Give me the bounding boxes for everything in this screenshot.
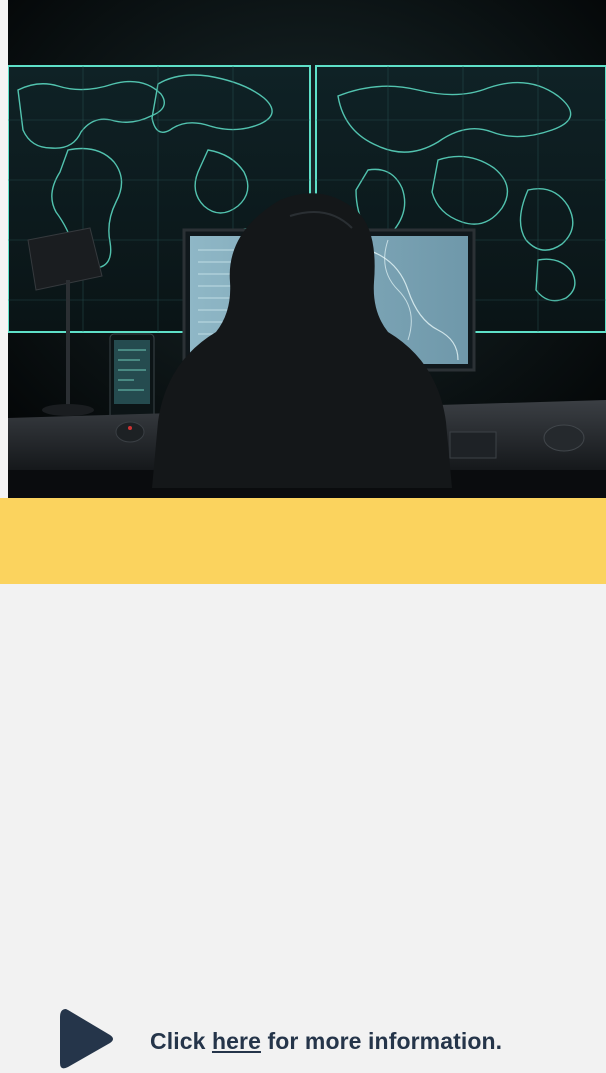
cursor-arrow-icon [60,1009,113,1069]
keyboard [449,431,497,459]
more-info-link[interactable]: here [212,1028,261,1054]
phone-screen [109,333,155,421]
mouse-right [543,424,585,452]
hero-image [8,0,606,498]
info-banner: Click here for more information. [0,498,606,1069]
page-frame: Click here for more information. [0,0,606,1069]
mouse [115,421,145,443]
cta-suffix: for more information. [267,1028,503,1054]
cta-prefix: Click [150,1028,206,1054]
more-info-text: Click here for more information. [150,1028,502,1055]
